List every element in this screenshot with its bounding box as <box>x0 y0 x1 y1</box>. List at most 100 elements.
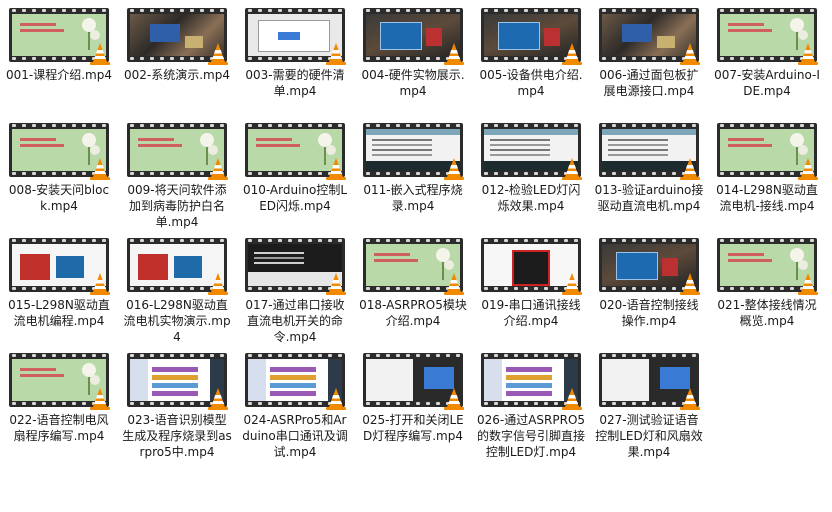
vlc-cone-icon <box>798 43 818 65</box>
file-item[interactable]: 015-L298N驱动直流电机编程.mp4 <box>0 230 118 329</box>
file-item[interactable]: 008-安装天问block.mp4 <box>0 115 118 214</box>
file-name[interactable]: 004-硬件实物展示.mp4 <box>354 67 472 99</box>
film-perforation <box>717 124 817 128</box>
vlc-cone-icon <box>208 43 228 65</box>
file-name[interactable]: 006-通过面包板扩展电源接口.mp4 <box>590 67 708 99</box>
video-thumbnail[interactable] <box>9 123 110 180</box>
file-name[interactable]: 003-需要的硬件清单.mp4 <box>236 67 354 99</box>
video-thumbnail[interactable] <box>599 238 700 295</box>
file-item[interactable]: 023-语音识别模型生成及程序烧录到asrpro5中.mp4 <box>118 345 236 460</box>
vlc-cone-icon <box>562 158 582 180</box>
file-item[interactable]: 001-课程介绍.mp4 <box>0 0 118 83</box>
file-name[interactable]: 018-ASRPRO5模块介绍.mp4 <box>354 297 472 329</box>
file-name[interactable]: 023-语音识别模型生成及程序烧录到asrpro5中.mp4 <box>118 412 236 460</box>
video-thumbnail[interactable] <box>363 8 464 65</box>
film-perforation <box>9 124 109 128</box>
film-perforation <box>127 239 227 243</box>
film-perforation <box>127 9 227 13</box>
video-thumbnail[interactable] <box>363 238 464 295</box>
video-thumbnail[interactable] <box>9 353 110 410</box>
file-name[interactable]: 025-打开和关闭LED灯程序编写.mp4 <box>354 412 472 444</box>
video-thumbnail[interactable] <box>481 8 582 65</box>
file-name[interactable]: 008-安装天问block.mp4 <box>0 182 118 214</box>
file-name[interactable]: 027-测试验证语音控制LED灯和风扇效果.mp4 <box>590 412 708 460</box>
film-perforation <box>9 354 109 358</box>
file-item[interactable]: 019-串口通讯接线介绍.mp4 <box>472 230 590 329</box>
file-item[interactable]: 025-打开和关闭LED灯程序编写.mp4 <box>354 345 472 444</box>
vlc-cone-icon <box>326 158 346 180</box>
file-name[interactable]: 016-L298N驱动直流电机实物演示.mp4 <box>118 297 236 345</box>
file-item[interactable]: 004-硬件实物展示.mp4 <box>354 0 472 99</box>
video-thumbnail[interactable] <box>245 8 346 65</box>
file-item[interactable]: 018-ASRPRO5模块介绍.mp4 <box>354 230 472 329</box>
video-thumbnail[interactable] <box>9 238 110 295</box>
video-thumbnail[interactable] <box>127 8 228 65</box>
file-item[interactable]: 005-设备供电介绍.mp4 <box>472 0 590 99</box>
video-thumbnail[interactable] <box>9 8 110 65</box>
file-item[interactable]: 017-通过串口接收直流电机开关的命令.mp4 <box>236 230 354 345</box>
video-thumbnail[interactable] <box>363 123 464 180</box>
file-name[interactable]: 026-通过ASRPRO5的数字信号引脚直接控制LED灯.mp4 <box>472 412 590 460</box>
video-thumbnail[interactable] <box>127 238 228 295</box>
video-thumbnail[interactable] <box>245 123 346 180</box>
file-item[interactable]: 009-将天问软件添加到病毒防护白名单.mp4 <box>118 115 236 230</box>
video-thumbnail[interactable] <box>481 123 582 180</box>
file-item[interactable]: 024-ASRPro5和Arduino串口通讯及调试.mp4 <box>236 345 354 460</box>
file-item[interactable]: 026-通过ASRPRO5的数字信号引脚直接控制LED灯.mp4 <box>472 345 590 460</box>
file-name[interactable]: 010-Arduino控制LED闪烁.mp4 <box>236 182 354 214</box>
video-thumbnail[interactable] <box>599 8 700 65</box>
video-thumbnail[interactable] <box>245 353 346 410</box>
file-name[interactable]: 002-系统演示.mp4 <box>118 67 236 83</box>
film-perforation <box>717 9 817 13</box>
file-name[interactable]: 019-串口通讯接线介绍.mp4 <box>472 297 590 329</box>
file-name[interactable]: 009-将天问软件添加到病毒防护白名单.mp4 <box>118 182 236 230</box>
file-name[interactable]: 021-整体接线情况概览.mp4 <box>708 297 826 329</box>
file-item[interactable]: 010-Arduino控制LED闪烁.mp4 <box>236 115 354 214</box>
file-name[interactable]: 001-课程介绍.mp4 <box>0 67 118 83</box>
video-thumbnail[interactable] <box>481 238 582 295</box>
video-thumbnail[interactable] <box>717 8 818 65</box>
video-thumbnail[interactable] <box>599 123 700 180</box>
video-thumbnail[interactable] <box>481 353 582 410</box>
file-item[interactable]: 006-通过面包板扩展电源接口.mp4 <box>590 0 708 99</box>
file-item[interactable]: 027-测试验证语音控制LED灯和风扇效果.mp4 <box>590 345 708 460</box>
file-name[interactable]: 012-检验LED灯闪烁效果.mp4 <box>472 182 590 214</box>
file-item[interactable]: 002-系统演示.mp4 <box>118 0 236 83</box>
file-item[interactable]: 012-检验LED灯闪烁效果.mp4 <box>472 115 590 214</box>
vlc-cone-icon <box>444 43 464 65</box>
video-thumbnail[interactable] <box>127 353 228 410</box>
vlc-cone-icon <box>90 43 110 65</box>
file-item[interactable]: 020-语音控制接线操作.mp4 <box>590 230 708 329</box>
file-item[interactable]: 003-需要的硬件清单.mp4 <box>236 0 354 99</box>
file-name[interactable]: 005-设备供电介绍.mp4 <box>472 67 590 99</box>
file-name[interactable]: 014-L298N驱动直流电机-接线.mp4 <box>708 182 826 214</box>
film-perforation <box>481 354 581 358</box>
film-perforation <box>717 239 817 243</box>
file-name[interactable]: 020-语音控制接线操作.mp4 <box>590 297 708 329</box>
file-item[interactable]: 021-整体接线情况概览.mp4 <box>708 230 826 329</box>
vlc-cone-icon <box>326 388 346 410</box>
video-thumbnail[interactable] <box>245 238 346 295</box>
vlc-cone-icon <box>680 388 700 410</box>
file-name[interactable]: 011-嵌入式程序烧录.mp4 <box>354 182 472 214</box>
film-perforation <box>363 354 463 358</box>
video-thumbnail[interactable] <box>717 123 818 180</box>
file-name[interactable]: 017-通过串口接收直流电机开关的命令.mp4 <box>236 297 354 345</box>
file-name[interactable]: 015-L298N驱动直流电机编程.mp4 <box>0 297 118 329</box>
file-name[interactable]: 024-ASRPro5和Arduino串口通讯及调试.mp4 <box>236 412 354 460</box>
video-thumbnail[interactable] <box>127 123 228 180</box>
vlc-cone-icon <box>562 43 582 65</box>
video-thumbnail[interactable] <box>599 353 700 410</box>
file-item[interactable]: 007-安装Arduino-IDE.mp4 <box>708 0 826 99</box>
film-perforation <box>9 9 109 13</box>
file-item[interactable]: 022-语音控制电风扇程序编写.mp4 <box>0 345 118 444</box>
file-name[interactable]: 013-验证arduino接驱动直流电机.mp4 <box>590 182 708 214</box>
file-item[interactable]: 016-L298N驱动直流电机实物演示.mp4 <box>118 230 236 345</box>
file-item[interactable]: 014-L298N驱动直流电机-接线.mp4 <box>708 115 826 214</box>
video-thumbnail[interactable] <box>363 353 464 410</box>
file-name[interactable]: 007-安装Arduino-IDE.mp4 <box>708 67 826 99</box>
file-item[interactable]: 011-嵌入式程序烧录.mp4 <box>354 115 472 214</box>
file-item[interactable]: 013-验证arduino接驱动直流电机.mp4 <box>590 115 708 214</box>
file-name[interactable]: 022-语音控制电风扇程序编写.mp4 <box>0 412 118 444</box>
video-thumbnail[interactable] <box>717 238 818 295</box>
